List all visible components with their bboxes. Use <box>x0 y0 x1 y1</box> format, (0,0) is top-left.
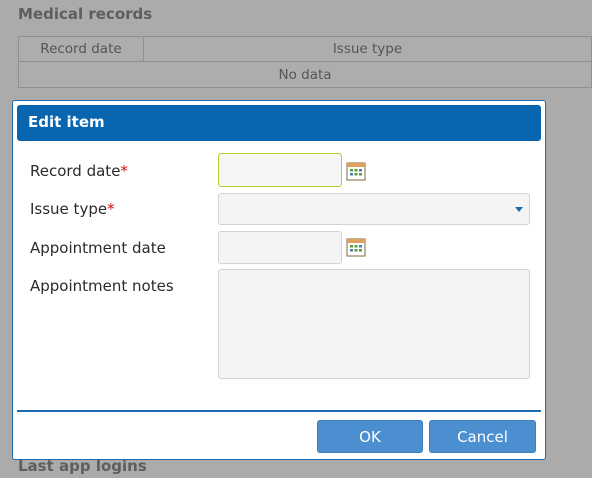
cancel-button[interactable]: Cancel <box>429 420 536 453</box>
issue-type-select[interactable] <box>218 193 530 225</box>
calendar-icon[interactable] <box>346 237 366 257</box>
grid-header: Record date Issue type <box>19 37 591 62</box>
edit-item-dialog: Edit item Record date* Issue type* Appoi… <box>12 100 546 460</box>
appointment-date-input[interactable] <box>218 231 342 264</box>
medical-records-grid: Record date Issue type No data <box>18 36 592 88</box>
chevron-down-icon[interactable] <box>515 207 523 212</box>
dialog-title: Edit item <box>28 113 105 131</box>
appointment-notes-textarea[interactable] <box>218 269 530 379</box>
dialog-header[interactable]: Edit item <box>17 105 541 141</box>
column-header-issue-type[interactable]: Issue type <box>144 37 591 62</box>
dialog-footer-separator <box>17 410 541 412</box>
required-marker: * <box>120 162 128 180</box>
calendar-icon[interactable] <box>346 161 366 181</box>
required-marker: * <box>107 200 115 218</box>
section-title-medical-records: Medical records <box>18 5 153 23</box>
issue-type-label: Issue type* <box>30 200 115 218</box>
column-header-record-date[interactable]: Record date <box>19 37 144 62</box>
appointment-date-label: Appointment date <box>30 239 166 257</box>
grid-empty-message: No data <box>278 67 332 83</box>
record-date-input[interactable] <box>218 153 342 187</box>
appointment-notes-label: Appointment notes <box>30 277 174 295</box>
record-date-label: Record date* <box>30 162 128 180</box>
ok-button[interactable]: OK <box>317 420 423 453</box>
